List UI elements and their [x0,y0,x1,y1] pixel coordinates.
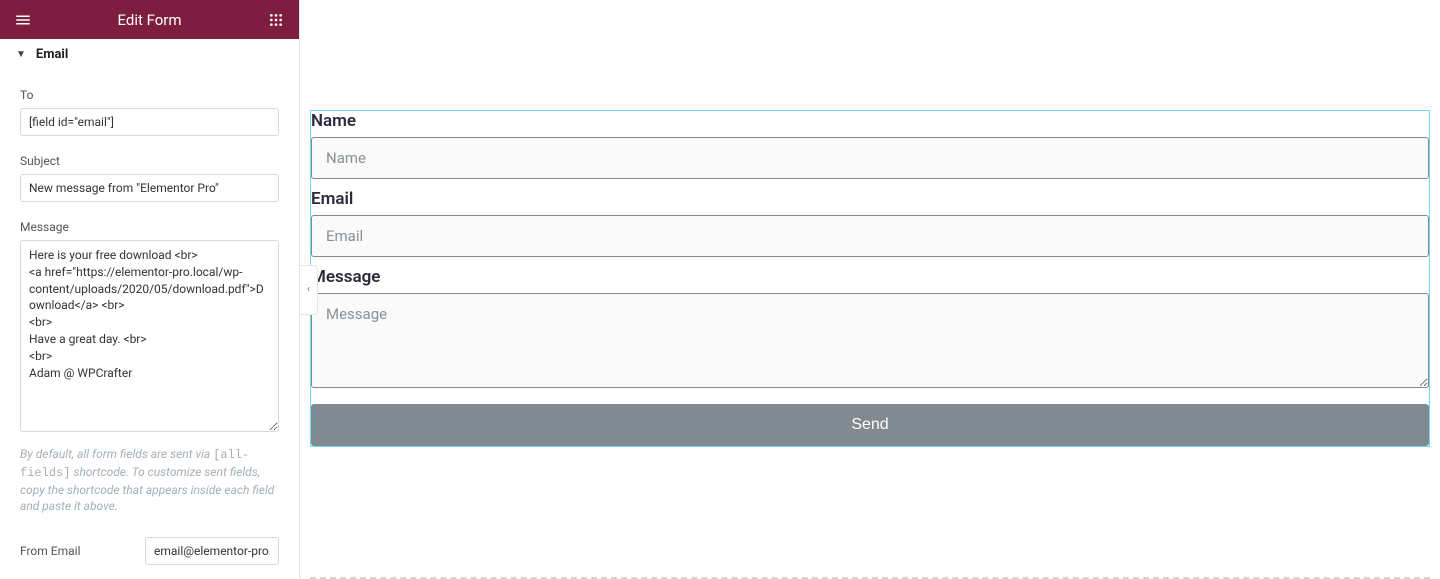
textarea-message[interactable] [20,240,279,432]
apps-icon[interactable] [267,11,285,29]
preview-canvas: Name Email Message Send [300,0,1440,579]
label-subject: Subject [20,154,279,168]
field-group-subject: Subject [20,154,279,202]
form-label-email: Email [311,189,1429,215]
form-input-email[interactable] [311,215,1429,257]
section-toggle-email[interactable]: ▼ Email [0,39,299,70]
input-subject[interactable] [20,174,279,202]
input-to[interactable] [20,108,279,136]
form-widget[interactable]: Name Email Message Send [310,110,1430,447]
label-from-email: From Email [20,544,145,558]
form-row-message: Message [311,267,1429,392]
section-title: Email [36,47,68,62]
form-textarea-message[interactable] [311,293,1429,388]
panel-title: Edit Form [32,11,267,29]
form-input-name[interactable] [311,137,1429,179]
menu-icon[interactable] [14,11,32,29]
help-text: By default, all form fields are sent via… [20,446,279,515]
input-from-email[interactable] [145,537,279,565]
field-group-to: To [20,88,279,136]
form-label-name: Name [311,111,1429,137]
label-to: To [20,88,279,102]
field-group-from-email: From Email [20,537,279,565]
form-label-message: Message [311,267,1429,293]
form-row-name: Name [311,111,1429,179]
section-body: To Subject Message By default, all form … [0,70,299,579]
caret-down-icon: ▼ [16,49,26,60]
submit-button[interactable]: Send [311,404,1429,446]
sidebar-header: Edit Form [0,0,299,39]
collapse-sidebar-button[interactable]: ‹ [300,265,318,315]
field-group-message: Message [20,220,279,436]
label-message: Message [20,220,279,234]
editor-sidebar: Edit Form ▼ Email To Subject Message By … [0,0,300,579]
form-row-email: Email [311,189,1429,257]
chevron-left-icon: ‹ [307,284,310,295]
